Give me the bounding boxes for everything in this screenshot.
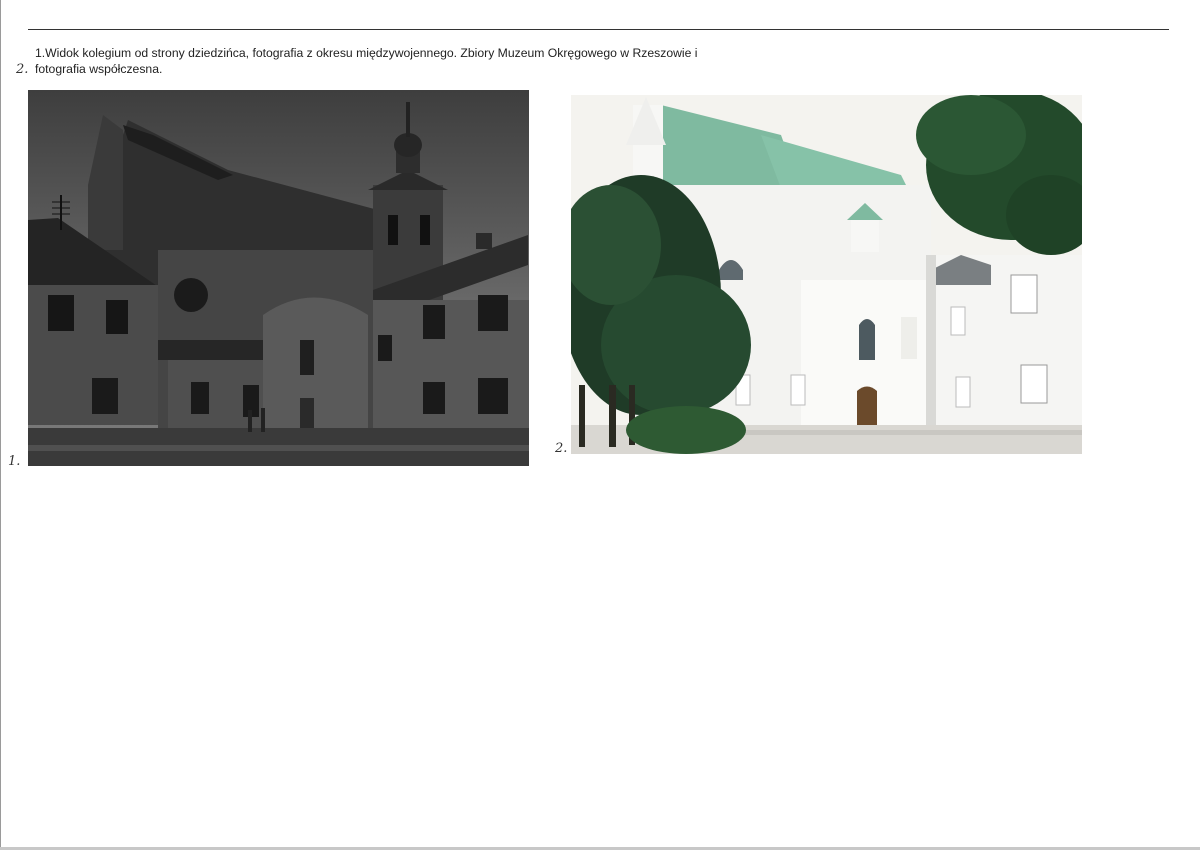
historic-photo-graphic	[28, 90, 529, 466]
header-rule	[28, 29, 1169, 30]
caption-line-1: 1.Widok kolegium od strony dziedzińca, f…	[35, 46, 698, 60]
modern-photo-graphic	[571, 95, 1082, 454]
historic-courtyard-photo	[28, 90, 529, 466]
caption-line-2: fotografia współczesna.	[35, 62, 163, 76]
scan-edge-left	[0, 0, 1, 850]
modern-courtyard-photo	[571, 95, 1082, 454]
handwritten-caption-number: 2.	[16, 62, 29, 77]
document-page: 1.Widok kolegium od strony dziedzińca, f…	[0, 0, 1200, 850]
handwritten-photo-label-1: 1.	[8, 454, 21, 469]
handwritten-photo-label-2: 2.	[555, 441, 568, 456]
